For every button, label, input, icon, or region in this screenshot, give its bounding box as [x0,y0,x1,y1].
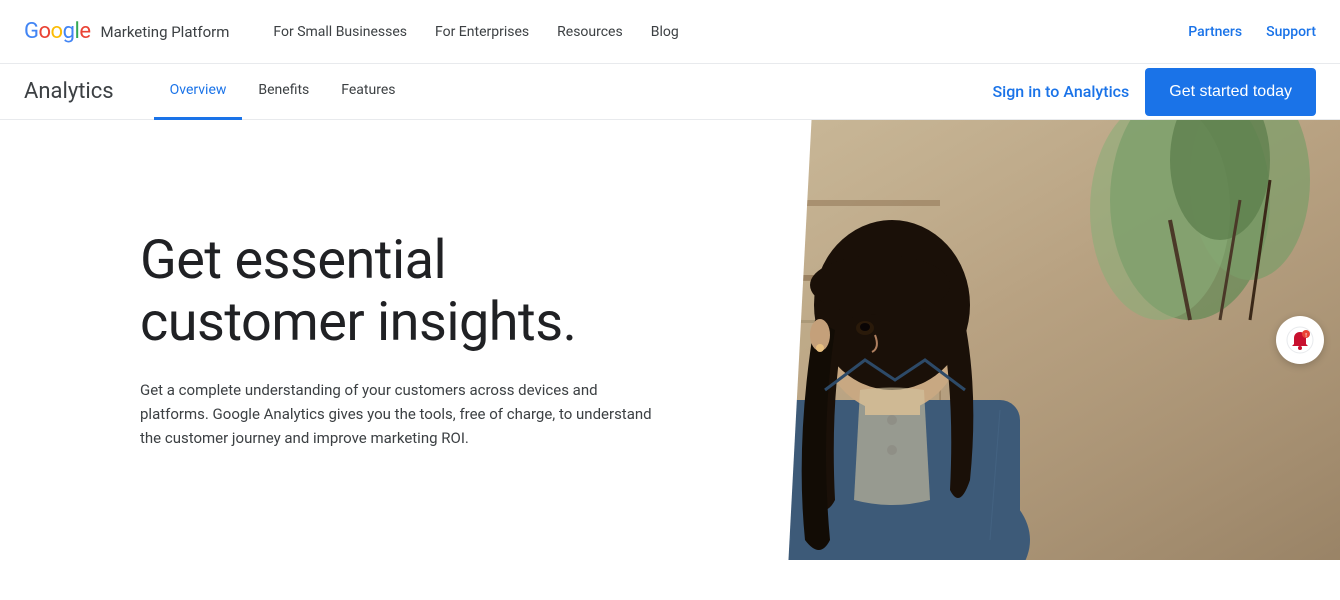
nav-link-enterprises[interactable]: For Enterprises [423,16,541,48]
nav-link-resources[interactable]: Resources [545,16,635,48]
top-nav-right: Partners Support [1188,24,1316,40]
hero-description: Get a complete understanding of your cus… [140,378,660,450]
partners-link[interactable]: Partners [1188,24,1242,40]
google-logo: Google [24,19,90,44]
sub-navigation: Analytics Overview Benefits Features Sig… [0,64,1340,120]
platform-name: Marketing Platform [100,23,229,41]
logo-letter-g: G [24,19,39,44]
top-nav-links: For Small Businesses For Enterprises Res… [261,16,1188,48]
logo-letter-o1: o [39,19,51,44]
logo-letter-e: e [79,19,90,44]
sub-nav-links: Overview Benefits Features [154,64,993,120]
analytics-title: Analytics [24,79,114,104]
logo-letter-g2: g [63,19,75,44]
sub-nav-overview[interactable]: Overview [154,64,243,120]
logo-area[interactable]: Google Marketing Platform [24,19,229,44]
nav-link-blog[interactable]: Blog [639,16,691,48]
logo-letter-o2: o [51,19,63,44]
sub-nav-features[interactable]: Features [325,64,411,120]
notification-badge[interactable]: ! [1276,316,1324,364]
nav-link-small-biz[interactable]: For Small Businesses [261,16,419,48]
hero-section: Get essential customer insights. Get a c… [0,120,1340,560]
sub-nav-benefits[interactable]: Benefits [242,64,325,120]
notification-bell-icon: ! [1286,326,1314,354]
hero-content: Get essential customer insights. Get a c… [0,120,760,560]
sub-nav-right: Sign in to Analytics Get started today [992,68,1316,116]
sign-in-link[interactable]: Sign in to Analytics [992,82,1129,101]
hero-heading: Get essential customer insights. [140,230,680,354]
top-navigation: Google Marketing Platform For Small Busi… [0,0,1340,64]
get-started-button[interactable]: Get started today [1145,68,1316,116]
support-link[interactable]: Support [1266,24,1316,40]
